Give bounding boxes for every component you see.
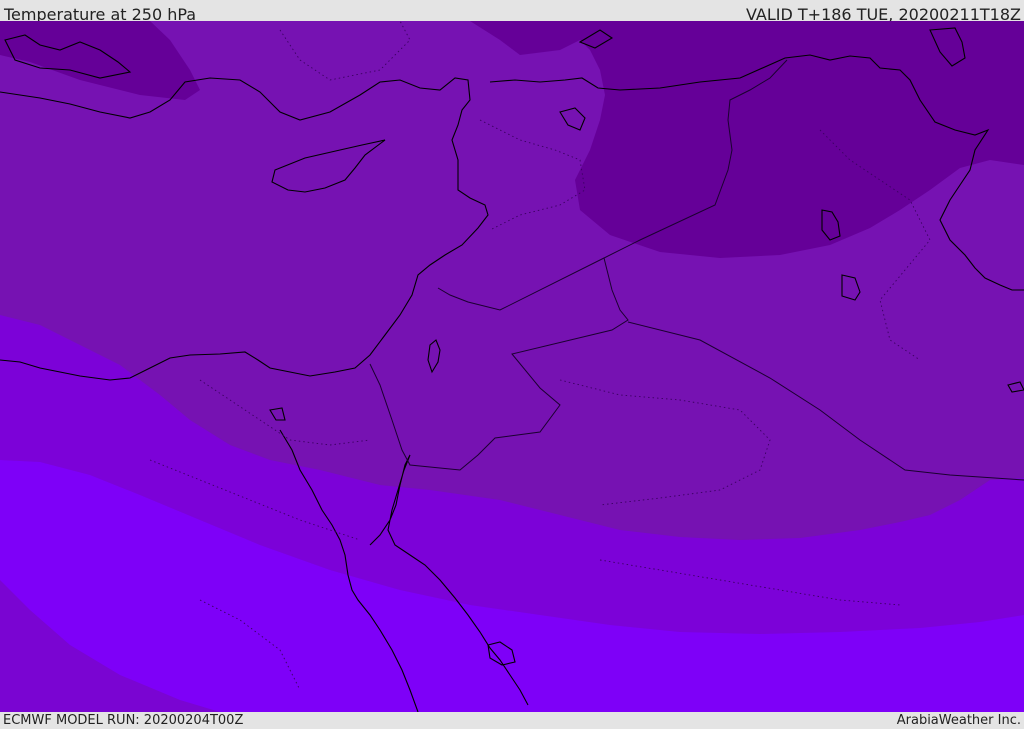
weather-map	[0, 21, 1024, 712]
credit-label: ArabiaWeather Inc.	[896, 713, 1021, 728]
model-run-label: ECMWF MODEL RUN: 20200204T00Z	[3, 713, 244, 728]
